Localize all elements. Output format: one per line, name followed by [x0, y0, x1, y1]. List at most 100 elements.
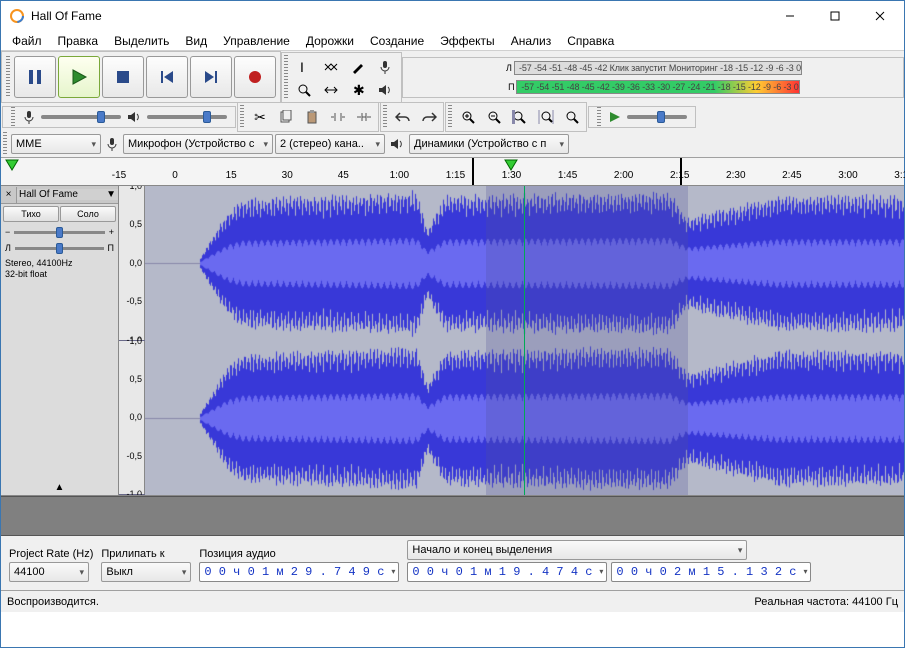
audio-position-label: Позиция аудио — [199, 548, 399, 560]
timeline-tick: 2:00 — [614, 170, 633, 181]
menu-select[interactable]: Выделить — [107, 32, 176, 50]
menubar: Файл Правка Выделить Вид Управление Доро… — [1, 31, 904, 51]
timeline-tick: 2:45 — [782, 170, 801, 181]
play-cursor — [524, 186, 525, 495]
maximize-button[interactable] — [812, 2, 857, 31]
actual-rate-text: Реальная частота: 44100 Гц — [754, 596, 898, 608]
waveform-display[interactable]: 1,00,50,0-0,5-1,0 1,00,50,0-0,5-1,0 — [119, 186, 904, 495]
timeline-start-marker[interactable] — [5, 159, 19, 173]
svg-text:I: I — [300, 60, 304, 74]
silence-icon[interactable] — [352, 105, 376, 129]
zoom-tool-icon[interactable] — [292, 78, 316, 102]
menu-view[interactable]: Вид — [178, 32, 214, 50]
menu-generate[interactable]: Создание — [363, 32, 431, 50]
zoom-out-icon[interactable] — [482, 105, 506, 129]
track-format-info: Stereo, 44100Hz32-bit float — [1, 256, 118, 282]
redo-icon[interactable] — [417, 105, 441, 129]
mic-icon — [23, 110, 35, 124]
timeline-tick: 1:45 — [558, 170, 577, 181]
playback-speed-slider[interactable] — [627, 115, 687, 119]
play-button[interactable] — [58, 56, 100, 98]
menu-transport[interactable]: Управление — [216, 32, 297, 50]
multi-tool-icon[interactable]: ✱ — [346, 78, 370, 102]
timeline-ruler[interactable]: -1501530451:001:151:301:452:002:152:302:… — [1, 158, 904, 186]
yscale-label: 0,0 — [129, 258, 142, 268]
recording-volume-slider[interactable] — [41, 115, 121, 119]
skip-start-button[interactable] — [146, 56, 188, 98]
menu-file[interactable]: Файл — [5, 32, 49, 50]
rec-meter-r-label: П — [506, 82, 516, 92]
minimize-button[interactable] — [767, 2, 812, 31]
gain-plus-icon: + — [109, 227, 114, 237]
timeline-tick: -15 — [112, 170, 126, 181]
undo-icon[interactable] — [391, 105, 415, 129]
mute-button[interactable]: Тихо — [3, 206, 59, 222]
project-rate-combo[interactable]: 44100 — [9, 562, 89, 582]
copy-icon[interactable] — [274, 105, 298, 129]
audio-position-field[interactable]: 0 0 ч 0 1 м 2 9 . 7 4 9 с — [199, 562, 399, 582]
playback-volume-slider[interactable] — [147, 115, 227, 119]
selection-type-combo[interactable]: Начало и конец выделения — [407, 540, 747, 560]
record-button[interactable] — [234, 56, 276, 98]
cut-icon[interactable]: ✂ — [248, 105, 272, 129]
selection-tool-icon[interactable]: I — [292, 55, 316, 79]
close-button[interactable] — [857, 2, 902, 31]
pause-button[interactable] — [14, 56, 56, 98]
yscale-label: 0,5 — [129, 374, 142, 384]
yscale-label: 0,5 — [129, 219, 142, 229]
track-name-dropdown[interactable]: Hall Of Fame▼ — [17, 189, 118, 200]
recording-channels-combo[interactable]: 2 (стерео) кана.. — [275, 134, 385, 154]
menu-analyze[interactable]: Анализ — [504, 32, 559, 50]
track-collapse-button[interactable]: ▲ — [1, 480, 118, 495]
gain-slider[interactable] — [14, 231, 104, 234]
audio-host-combo[interactable]: MME — [11, 134, 101, 154]
timeline-tick: 3:00 — [838, 170, 857, 181]
track-control-panel: × Hall Of Fame▼ Тихо Соло −+ ЛП Stereo, … — [1, 186, 119, 495]
paste-icon[interactable] — [300, 105, 324, 129]
fit-project-icon[interactable] — [534, 105, 558, 129]
fit-selection-icon[interactable] — [508, 105, 532, 129]
snap-to-label: Прилипать к — [101, 548, 191, 560]
draw-tool-icon[interactable] — [346, 55, 370, 79]
envelope-tool-icon[interactable] — [319, 55, 343, 79]
recording-meter[interactable]: -57 -54 -51 -48 -45 -42 Клик запустит Мо… — [514, 61, 802, 75]
timeline-tick: 30 — [282, 170, 293, 181]
menu-help[interactable]: Справка — [560, 32, 621, 50]
timeline-playhead-icon[interactable] — [504, 159, 518, 173]
menu-edit[interactable]: Правка — [51, 32, 106, 50]
status-text: Воспроизводится. — [7, 596, 99, 608]
yscale-label: -0,5 — [126, 451, 142, 461]
zoom-toggle-icon[interactable] — [560, 105, 584, 129]
timeline-tick: 1:00 — [390, 170, 409, 181]
yscale-label: 1,0 — [129, 336, 142, 346]
project-rate-label: Project Rate (Hz) — [9, 548, 93, 560]
timeline-tick: 0 — [172, 170, 178, 181]
speaker-icon — [127, 110, 141, 124]
speaker-tool-icon[interactable] — [373, 78, 397, 102]
playback-device-combo[interactable]: Динамики (Устройство с п — [409, 134, 569, 154]
rec-meter-l-label: Л — [504, 63, 514, 73]
app-logo-icon — [9, 8, 25, 24]
menu-tracks[interactable]: Дорожки — [299, 32, 361, 50]
timeshift-tool-icon[interactable] — [319, 78, 343, 102]
selection-end-field[interactable]: 0 0 ч 0 2 м 1 5 . 1 3 2 с — [611, 562, 811, 582]
mic-device-icon — [103, 137, 121, 151]
stop-button[interactable] — [102, 56, 144, 98]
trim-icon[interactable] — [326, 105, 350, 129]
track-close-button[interactable]: × — [1, 187, 17, 203]
pan-slider[interactable] — [15, 247, 104, 250]
zoom-in-icon[interactable] — [456, 105, 480, 129]
timeline-tick: 45 — [338, 170, 349, 181]
selection-start-field[interactable]: 0 0 ч 0 1 м 1 9 . 4 7 4 с — [407, 562, 607, 582]
solo-button[interactable]: Соло — [60, 206, 116, 222]
skip-end-button[interactable] — [190, 56, 232, 98]
play-at-speed-icon[interactable] — [609, 111, 621, 123]
svg-text:✱: ✱ — [353, 83, 365, 97]
playback-meter[interactable]: -57 -54 -51 -48 -45 -42 -39 -36 -33 -30 … — [516, 80, 799, 94]
snap-to-combo[interactable]: Выкл — [101, 562, 191, 582]
empty-track-area[interactable] — [1, 496, 904, 536]
recording-device-combo[interactable]: Микрофон (Устройство с — [123, 134, 273, 154]
mic-tool-icon[interactable] — [373, 55, 397, 79]
timeline-tick: 15 — [226, 170, 237, 181]
menu-effect[interactable]: Эффекты — [433, 32, 502, 50]
